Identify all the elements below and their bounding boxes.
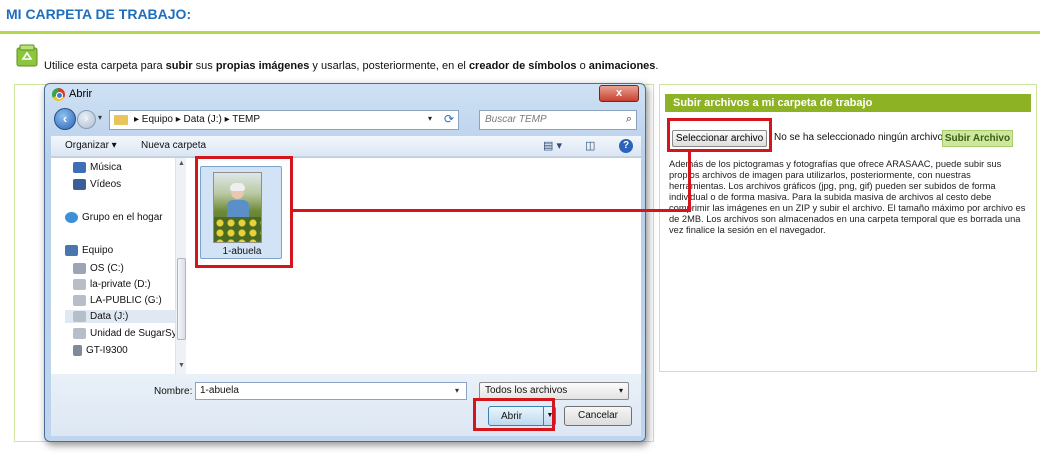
search-input[interactable]: Buscar TEMP: [485, 114, 547, 125]
new-folder-button[interactable]: Nueva carpeta: [141, 140, 206, 151]
nav-item-data-j[interactable]: Data (J:): [65, 310, 175, 324]
recycle-folder-icon: [16, 44, 38, 67]
drive-icon: [73, 311, 86, 322]
preview-pane-icon[interactable]: ◫: [585, 139, 595, 152]
drive-icon: [73, 328, 86, 339]
forward-arrow-icon[interactable]: ›: [77, 110, 96, 129]
highlight-select-box: [667, 118, 772, 152]
music-icon: [73, 162, 86, 173]
nav-item-la-public[interactable]: LA-PUBLIC (G:): [73, 295, 162, 306]
upload-panel-header: Subir archivos a mi carpeta de trabajo: [665, 94, 1031, 112]
folder-icon: [114, 115, 128, 125]
connector-line: [688, 150, 691, 212]
navigation-bar: ‹ › ▾ ▸ Equipo ▸ Data (J:) ▸ TEMP ▾ ⟳ Bu…: [51, 106, 641, 132]
scroll-down-icon[interactable]: ▼: [178, 362, 185, 369]
highlight-file-box: [195, 156, 293, 268]
scroll-up-icon[interactable]: ▲: [178, 160, 185, 167]
nav-item-musica[interactable]: Música: [73, 162, 122, 173]
refresh-icon[interactable]: ⟳: [444, 112, 454, 126]
upload-description: Además de los pictogramas y fotografías …: [669, 159, 1026, 235]
connector-line: [293, 209, 691, 212]
nav-item-la-private[interactable]: la-private (D:): [73, 279, 151, 290]
drive-icon: [73, 263, 86, 274]
filename-label: Nombre:: [154, 386, 193, 397]
computer-icon: [65, 245, 78, 256]
close-button[interactable]: x: [599, 85, 639, 102]
title-divider: [0, 31, 1040, 34]
scrollbar-thumb[interactable]: [177, 258, 186, 340]
filename-dropdown-icon[interactable]: ▾: [455, 386, 459, 395]
video-icon: [73, 179, 86, 190]
dialog-title: Abrir: [69, 88, 93, 100]
command-bar: Organizar ▾ Nueva carpeta ▤ ▾ ◫ ?: [51, 135, 641, 157]
filename-input[interactable]: 1-abuela: [195, 382, 467, 400]
nav-item-homegroup[interactable]: Grupo en el hogar: [65, 212, 163, 223]
search-box[interactable]: Buscar TEMP ⌕: [479, 110, 637, 130]
chrome-icon: [52, 88, 65, 101]
nav-item-gt-i9300[interactable]: GT-I9300: [73, 345, 128, 356]
help-icon[interactable]: ?: [619, 139, 633, 153]
nav-scrollbar[interactable]: ▲ ▼: [175, 158, 186, 374]
view-options-icon[interactable]: ▤ ▾: [543, 139, 562, 152]
search-icon[interactable]: ⌕: [626, 113, 632, 126]
nav-item-os-c[interactable]: OS (C:): [73, 263, 124, 274]
nav-item-equipo[interactable]: Equipo: [65, 245, 113, 256]
nav-item-videos[interactable]: Vídeos: [73, 179, 121, 190]
chevron-down-icon: ▾: [618, 386, 623, 395]
open-file-dialog: Abrir x ‹ › ▾ ▸ Equipo ▸ Data (J:) ▸ TEM…: [44, 83, 646, 442]
navigation-pane: Música Vídeos Grupo en el hogar Equipo O…: [51, 158, 186, 374]
nav-item-sugarsync[interactable]: Unidad de SugarSync: [73, 328, 175, 339]
address-dropdown-icon[interactable]: ▾: [428, 114, 432, 123]
homegroup-icon: [65, 212, 78, 223]
back-arrow-icon[interactable]: ‹: [54, 108, 76, 130]
history-dropdown-icon[interactable]: ▾: [98, 113, 102, 122]
intro-text: Utilice esta carpeta para subir sus prop…: [44, 60, 659, 72]
drive-icon: [73, 279, 86, 290]
phone-icon: [73, 345, 82, 356]
page-title: MI CARPETA DE TRABAJO:: [6, 6, 192, 22]
cancel-button[interactable]: Cancelar: [564, 406, 632, 426]
drive-icon: [73, 295, 86, 306]
address-path: ▸ Equipo ▸ Data (J:) ▸ TEMP: [134, 114, 261, 125]
upload-file-button[interactable]: Subir Archivo: [942, 130, 1013, 147]
address-bar[interactable]: ▸ Equipo ▸ Data (J:) ▸ TEMP ▾ ⟳: [109, 110, 459, 130]
highlight-open-box: [473, 398, 555, 431]
organize-menu[interactable]: Organizar ▾: [65, 140, 117, 151]
no-file-selected-text: No se ha seleccionado ningún archivo: [774, 132, 943, 143]
